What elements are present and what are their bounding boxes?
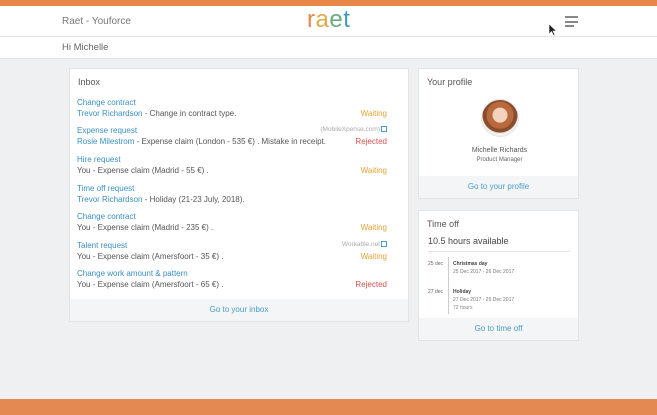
entry-duration: 72 hours <box>453 305 473 311</box>
status-rejected: Rejected <box>355 137 387 146</box>
inbox-item[interactable]: Expense request (MobileXpense.com) Rosie… <box>77 126 399 150</box>
inbox-item-title[interactable]: Expense request <box>77 126 137 135</box>
time-off-summary: 10.5 hours available <box>428 236 509 246</box>
entry-date: 25 dec <box>428 261 444 267</box>
profile-title: Your profile <box>427 77 473 87</box>
timeline-line <box>448 257 449 314</box>
logo-letter: r <box>307 6 316 33</box>
profile-role: Product Manager <box>476 157 523 163</box>
raet-logo[interactable]: raet <box>307 7 350 33</box>
entry-title: Holiday <box>453 289 472 295</box>
status-waiting: Waiting <box>360 252 387 261</box>
inbox-item-description: You - Expense claim (Amersfoort - 35 €) … <box>77 252 224 261</box>
inbox-item[interactable]: Change work amount & pattern You - Expen… <box>77 269 399 293</box>
logo-letter: e <box>329 6 344 33</box>
external-link-icon <box>381 126 387 133</box>
inbox-item-title[interactable]: Talent request <box>77 241 127 250</box>
logo-letter: a <box>315 6 330 33</box>
inbox-item[interactable]: Change contract You - Expense claim (Mad… <box>77 212 399 236</box>
inbox-item-desc-text: - Change in contract type. <box>142 109 237 118</box>
entry-date: 27 dec <box>428 289 444 295</box>
app-header: Raet - Youforce raet <box>0 6 657 37</box>
inbox-item-title[interactable]: Hire request <box>77 155 121 164</box>
status-waiting: Waiting <box>360 109 387 118</box>
inbox-item-source-link[interactable]: Workable.net <box>342 241 387 248</box>
hamburger-menu-icon[interactable] <box>565 16 578 27</box>
inbox-item[interactable]: Talent request Workable.net You - Expens… <box>77 241 399 265</box>
source-text: Workable.net <box>341 241 380 248</box>
mouse-cursor-icon <box>549 24 557 36</box>
inbox-item-description: Rosie Milestrom - Expense claim (London … <box>77 137 326 146</box>
inbox-item-description: Trevor Richardson - Holiday (21-23 July,… <box>77 195 245 204</box>
logo-letter: t <box>343 6 351 33</box>
inbox-item-title[interactable]: Change work amount & pattern <box>77 269 188 278</box>
go-to-profile-link[interactable]: Go to your profile <box>419 176 578 198</box>
go-to-time-off-link[interactable]: Go to time off <box>419 318 578 340</box>
inbox-item-person[interactable]: Trevor Richardson <box>77 109 143 118</box>
inbox-item-description: You - Expense claim (Madrid - 235 €) . <box>77 223 214 232</box>
entry-range: 27 Dec 2017 - 29 Dec 2017 <box>453 297 515 303</box>
inbox-item-person[interactable]: Rosie Milestrom <box>77 137 134 146</box>
status-rejected: Rejected <box>355 280 387 289</box>
inbox-item-title[interactable]: Time off request <box>77 184 134 193</box>
inbox-item-title[interactable]: Change contract <box>77 212 136 221</box>
inbox-item-desc-text: - Expense claim (London - 535 €) . Mista… <box>134 137 326 146</box>
inbox-card: Inbox Change contract Trevor Richardson … <box>69 68 409 322</box>
inbox-item-title[interactable]: Change contract <box>77 98 136 107</box>
inbox-item-description: You - Expense claim (Madrid - 55 €) . <box>77 166 209 175</box>
go-to-inbox-link[interactable]: Go to your inbox <box>70 299 408 321</box>
inbox-item-desc-text: - Holiday (21-23 July, 2018). <box>142 195 245 204</box>
entry-title: Christmas day <box>453 261 488 267</box>
bottom-accent-stripe <box>0 399 657 415</box>
app-title: Raet - Youforce <box>62 16 131 27</box>
greeting-text: Hi Michelle <box>62 42 109 53</box>
greeting-bar: Hi Michelle <box>0 37 657 59</box>
time-off-title: Time off <box>427 219 460 229</box>
inbox-item[interactable]: Hire request You - Expense claim (Madrid… <box>77 155 399 179</box>
source-text: (MobileXpense.com) <box>320 126 380 133</box>
time-off-card: Time off 10.5 hours available 25 dec Chr… <box>418 210 579 341</box>
status-waiting: Waiting <box>360 166 387 175</box>
inbox-item-description: Trevor Richardson - Change in contract t… <box>77 109 236 118</box>
profile-name: Michelle Richards <box>471 147 528 154</box>
profile-card: Your profile Michelle Richards Product M… <box>418 68 579 199</box>
external-link-icon <box>381 241 387 248</box>
inbox-item[interactable]: Change contract Trevor Richardson - Chan… <box>77 98 399 122</box>
inbox-item-person[interactable]: Trevor Richardson <box>77 195 143 204</box>
inbox-item[interactable]: Time off request Trevor Richardson - Hol… <box>77 184 399 208</box>
divider <box>428 251 570 252</box>
inbox-title: Inbox <box>78 77 101 87</box>
avatar[interactable] <box>481 99 519 137</box>
entry-range: 25 Dec 2017 - 26 Dec 2017 <box>453 269 515 275</box>
inbox-item-description: You - Expense claim (Amersfoort - 65 €) … <box>77 280 224 289</box>
status-waiting: Waiting <box>360 223 387 232</box>
inbox-item-source-link[interactable]: (MobileXpense.com) <box>320 126 387 133</box>
